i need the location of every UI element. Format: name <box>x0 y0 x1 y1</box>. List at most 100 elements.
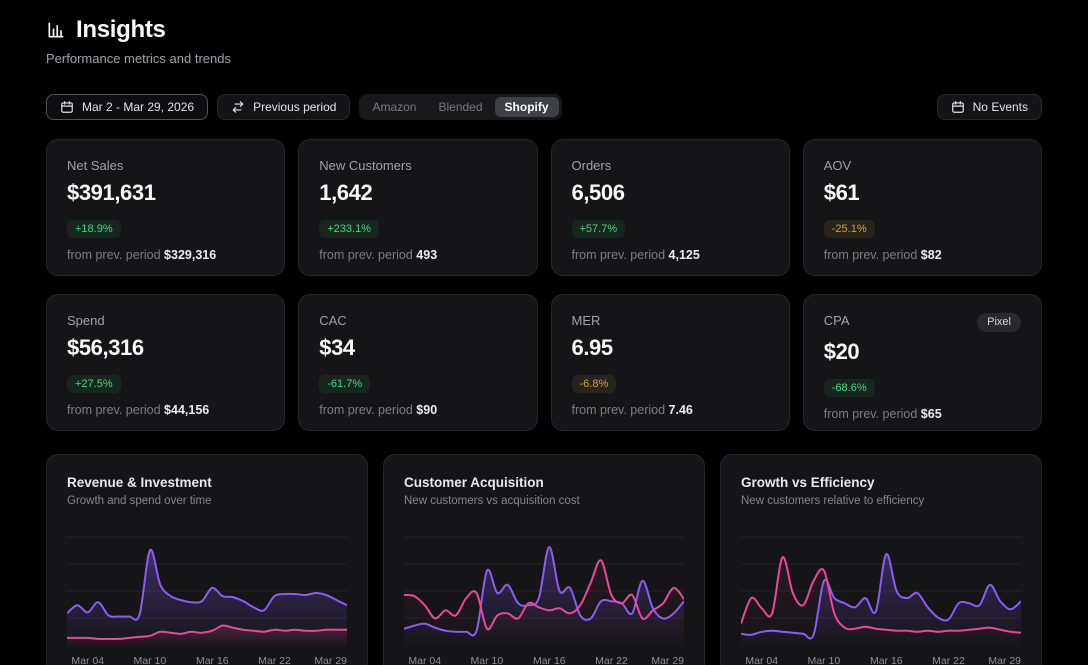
change-badge: -68.6% <box>824 379 875 397</box>
channel-segmented-control: Amazon Blended Shopify <box>359 94 561 120</box>
change-badge: -25.1% <box>824 220 875 238</box>
x-axis-label: Mar 22 <box>258 655 291 665</box>
x-axis-label: Mar 29 <box>314 655 347 665</box>
segment-amazon[interactable]: Amazon <box>362 97 426 117</box>
metric-value: $391,631 <box>67 180 264 206</box>
x-axis-label: Mar 04 <box>408 655 441 665</box>
metric-prev: from prev. period $90 <box>319 403 516 417</box>
metric-value: $56,316 <box>67 335 264 361</box>
prev-value: 493 <box>416 248 437 262</box>
date-range-button[interactable]: Mar 2 - Mar 29, 2026 <box>46 94 208 120</box>
metric-label: Spend <box>67 313 105 328</box>
metric-value: $61 <box>824 180 1021 206</box>
previous-period-label: Previous period <box>253 100 336 114</box>
chart-subtitle: New customers relative to efficiency <box>741 495 1021 507</box>
metric-value: 1,642 <box>319 180 516 206</box>
segment-shopify[interactable]: Shopify <box>495 97 559 117</box>
metric-card-cac: CAC $34 -61.7% from prev. period $90 <box>298 294 537 431</box>
x-axis-label: Mar 16 <box>870 655 903 665</box>
chart-canvas <box>741 531 1021 649</box>
x-axis-label: Mar 04 <box>745 655 778 665</box>
chart-subtitle: New customers vs acquisition cost <box>404 495 684 507</box>
page-title: Insights <box>76 16 166 44</box>
metric-label: Orders <box>572 158 612 173</box>
metric-prev: from prev. period $329,316 <box>67 248 264 262</box>
metric-label: MER <box>572 313 601 328</box>
x-axis-label: Mar 10 <box>134 655 167 665</box>
chart-card-growth-efficiency: Growth vs Efficiency New customers relat… <box>720 454 1042 665</box>
toolbar-left: Mar 2 - Mar 29, 2026 Previous period Ama… <box>46 94 562 120</box>
metric-label: CPA <box>824 313 850 328</box>
x-axis: Mar 04 Mar 10 Mar 16 Mar 22 Mar 29 <box>67 655 347 665</box>
date-range-label: Mar 2 - Mar 29, 2026 <box>82 100 194 114</box>
change-badge: +233.1% <box>319 220 379 238</box>
no-events-button[interactable]: No Events <box>937 94 1042 120</box>
metric-value: $20 <box>824 339 1021 365</box>
pixel-tag: Pixel <box>977 313 1021 332</box>
change-badge: -61.7% <box>319 375 370 393</box>
metric-label: Net Sales <box>67 158 123 173</box>
metric-label: AOV <box>824 158 851 173</box>
metric-value: 6.95 <box>572 335 769 361</box>
metric-prev: from prev. period 4,125 <box>572 248 769 262</box>
metrics-grid: Net Sales $391,631 +18.9% from prev. per… <box>46 139 1042 431</box>
metric-card-net-sales: Net Sales $391,631 +18.9% from prev. per… <box>46 139 285 276</box>
chart-canvas <box>67 531 347 649</box>
x-axis-label: Mar 29 <box>988 655 1021 665</box>
x-axis-label: Mar 22 <box>932 655 965 665</box>
calendar-icon <box>951 100 965 114</box>
chart-card-customer-acquisition: Customer Acquisition New customers vs ac… <box>383 454 705 665</box>
metric-prev: from prev. period $82 <box>824 248 1021 262</box>
previous-period-button[interactable]: Previous period <box>217 94 350 120</box>
metric-label: New Customers <box>319 158 411 173</box>
metric-label: CAC <box>319 313 346 328</box>
swap-arrows-icon <box>231 100 245 114</box>
bar-chart-icon <box>46 20 66 40</box>
metric-prev: from prev. period $65 <box>824 407 1021 421</box>
no-events-label: No Events <box>973 100 1028 114</box>
x-axis: Mar 04 Mar 10 Mar 16 Mar 22 Mar 29 <box>404 655 684 665</box>
page-subtitle: Performance metrics and trends <box>46 51 1042 66</box>
x-axis-label: Mar 29 <box>651 655 684 665</box>
chart-title: Revenue & Investment <box>67 475 347 490</box>
metric-value: $34 <box>319 335 516 361</box>
chart-canvas <box>404 531 684 649</box>
metric-card-aov: AOV $61 -25.1% from prev. period $82 <box>803 139 1042 276</box>
metric-card-new-customers: New Customers 1,642 +233.1% from prev. p… <box>298 139 537 276</box>
chart-title: Growth vs Efficiency <box>741 475 1021 490</box>
toolbar: Mar 2 - Mar 29, 2026 Previous period Ama… <box>46 94 1042 120</box>
prev-value: 7.46 <box>669 403 693 417</box>
metric-prev: from prev. period 7.46 <box>572 403 769 417</box>
prev-value: $90 <box>416 403 437 417</box>
chart-svg <box>404 531 684 649</box>
change-badge: +57.7% <box>572 220 626 238</box>
metric-card-cpa: CPA Pixel $20 -68.6% from prev. period $6… <box>803 294 1042 431</box>
chart-card-revenue-investment: Revenue & Investment Growth and spend ov… <box>46 454 368 665</box>
prev-value: $65 <box>921 407 942 421</box>
change-badge: +27.5% <box>67 375 121 393</box>
x-axis-label: Mar 10 <box>808 655 841 665</box>
x-axis-label: Mar 16 <box>533 655 566 665</box>
metric-value: 6,506 <box>572 180 769 206</box>
prev-value: $82 <box>921 248 942 262</box>
metric-prev: from prev. period 493 <box>319 248 516 262</box>
x-axis-label: Mar 22 <box>595 655 628 665</box>
x-axis: Mar 04 Mar 10 Mar 16 Mar 22 Mar 29 <box>741 655 1021 665</box>
chart-title: Customer Acquisition <box>404 475 684 490</box>
change-badge: +18.9% <box>67 220 121 238</box>
chart-svg <box>67 531 347 649</box>
metric-card-mer: MER 6.95 -6.8% from prev. period 7.46 <box>551 294 790 431</box>
prev-value: $329,316 <box>164 248 216 262</box>
chart-subtitle: Growth and spend over time <box>67 495 347 507</box>
prev-value: $44,156 <box>164 403 209 417</box>
x-axis-label: Mar 10 <box>471 655 504 665</box>
metric-prev: from prev. period $44,156 <box>67 403 264 417</box>
segment-blended[interactable]: Blended <box>428 97 492 117</box>
prev-value: 4,125 <box>669 248 700 262</box>
chart-svg <box>741 531 1021 649</box>
charts-grid: Revenue & Investment Growth and spend ov… <box>46 454 1042 665</box>
page-header: Insights <box>46 16 1042 44</box>
x-axis-label: Mar 04 <box>71 655 104 665</box>
calendar-icon <box>60 100 74 114</box>
x-axis-label: Mar 16 <box>196 655 229 665</box>
